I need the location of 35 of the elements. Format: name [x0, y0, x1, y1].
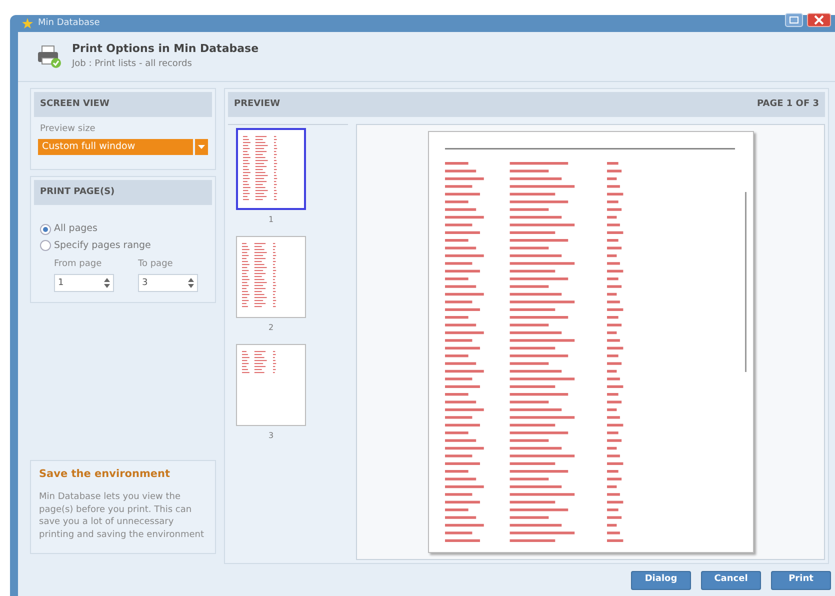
job-description: Job : Print lists - all records: [72, 58, 193, 70]
page-number: 1: [267, 214, 275, 226]
section-header: SCREEN VIEW: [34, 92, 212, 117]
section-title: PREVIEW: [234, 98, 280, 110]
page-thumbnail[interactable]: [236, 128, 306, 210]
dialog-title: Print Options in Min Database: [72, 41, 259, 57]
field-label: To page: [138, 258, 174, 271]
tip-title: Save the environment: [39, 467, 172, 482]
star-icon: [22, 18, 33, 29]
page-indicator: PAGE 1 OF 3: [757, 98, 819, 110]
close-icon[interactable]: [807, 13, 831, 28]
to-page-spinner[interactable]: 3: [138, 274, 198, 292]
page-thumbnail[interactable]: [236, 236, 306, 318]
window-title: Min Database: [38, 16, 100, 30]
tip-text: Min Database lets you view the page(s) before you print. This can save you a lot of unnecessary printing and saving the environment: [39, 491, 205, 541]
page-number: 3: [267, 430, 275, 442]
dialog-button[interactable]: Cancel: [701, 570, 761, 590]
caret-icon: [198, 144, 205, 149]
dialog-button[interactable]: Print: [771, 570, 831, 590]
page-thumbnail[interactable]: [236, 344, 306, 426]
section-header: PRINT PAGE(S): [34, 180, 212, 206]
from-page-spinner[interactable]: 1: [54, 274, 114, 292]
field-label: From page: [54, 258, 103, 271]
page-number: 2: [267, 322, 275, 334]
printer-icon: [36, 43, 62, 69]
document-drawing: [243, 136, 278, 200]
radio-option[interactable]: Specify pages range: [34, 238, 212, 254]
document-drawing: [242, 243, 276, 308]
spinner-arrows-icon: [188, 278, 194, 288]
dialog-button[interactable]: Dialog: [631, 570, 691, 590]
spinner-arrows-icon: [104, 278, 110, 288]
radio-option[interactable]: All pages: [34, 221, 212, 238]
restore-icon[interactable]: [785, 13, 803, 28]
field-label: Preview size: [40, 123, 96, 136]
document-drawing: [242, 351, 276, 374]
